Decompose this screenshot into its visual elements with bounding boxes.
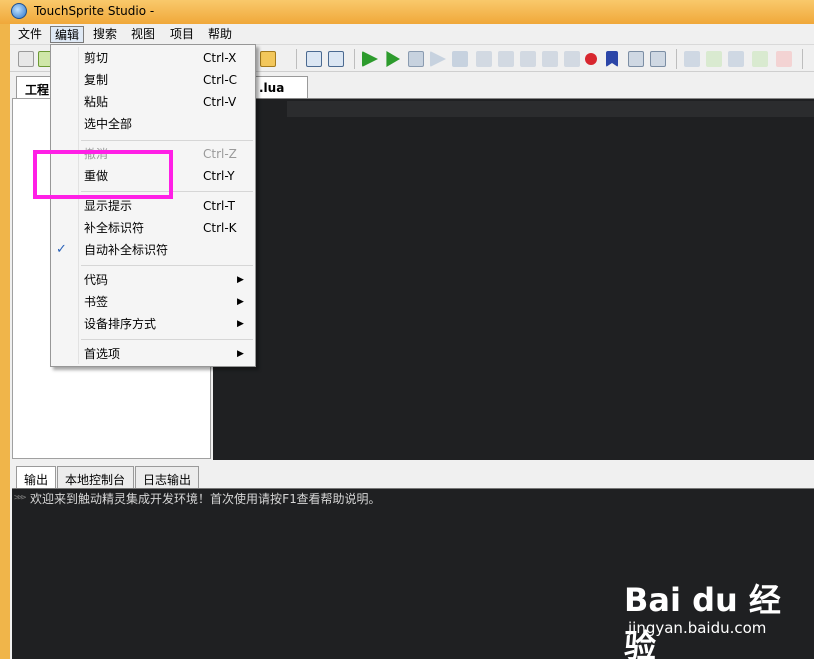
- new-file-icon[interactable]: [18, 51, 34, 67]
- menu-edit[interactable]: 编辑: [50, 26, 85, 43]
- find-replace-icon[interactable]: [328, 51, 344, 67]
- menu-item-preferences[interactable]: 首选项 ▶: [53, 343, 253, 365]
- tab-lua-file[interactable]: .lua: [253, 76, 308, 98]
- menu-separator: [81, 265, 253, 266]
- checkmark-icon: ✓: [56, 242, 67, 257]
- find-icon[interactable]: [306, 51, 322, 67]
- step-out-icon[interactable]: [520, 51, 536, 67]
- menu-item-select-all[interactable]: 选中全部: [53, 113, 253, 135]
- edit-menu-dropdown: 剪切 Ctrl-X 复制 Ctrl-C 粘贴 Ctrl-V 选中全部 撤消 Ct…: [50, 44, 256, 367]
- current-line-highlight: [287, 101, 814, 117]
- toolbar-separator: [802, 49, 803, 69]
- tab-output[interactable]: 输出: [16, 466, 56, 488]
- menu-separator: [81, 140, 253, 141]
- menu-item-code[interactable]: 代码 ▶: [53, 269, 253, 291]
- output-prompt: >>>: [14, 493, 26, 503]
- menu-file[interactable]: 文件: [14, 26, 46, 43]
- menu-item-cut[interactable]: 剪切 Ctrl-X: [53, 47, 253, 69]
- breakpoint-icon[interactable]: [585, 53, 597, 65]
- device-icon[interactable]: [628, 51, 644, 67]
- export-icon[interactable]: [706, 51, 722, 67]
- submenu-arrow-icon: ▶: [237, 319, 244, 329]
- tab-log-output[interactable]: 日志输出: [135, 466, 199, 488]
- watermark-url: jingyan.baidu.com: [628, 619, 767, 637]
- menu-item-copy[interactable]: 复制 Ctrl-C: [53, 69, 253, 91]
- toolbar-separator: [296, 49, 297, 69]
- menu-project[interactable]: 项目: [166, 26, 198, 43]
- watermark-logo: Bai du 经验: [624, 581, 781, 659]
- app-icon: [11, 3, 27, 19]
- run-icon[interactable]: [386, 51, 400, 67]
- close-window-icon[interactable]: [776, 51, 792, 67]
- annotation-highlight-box: [33, 150, 173, 199]
- menu-item-paste[interactable]: 粘贴 Ctrl-V: [53, 91, 253, 113]
- toolbar-separator: [354, 49, 355, 69]
- code-editor[interactable]: [213, 98, 814, 460]
- submenu-arrow-icon: ▶: [237, 297, 244, 307]
- step-over-icon[interactable]: [476, 51, 492, 67]
- step-icon[interactable]: [430, 51, 446, 67]
- stop-icon[interactable]: [408, 51, 424, 67]
- menu-view[interactable]: 视图: [127, 26, 159, 43]
- run-to-cursor-icon[interactable]: [542, 51, 558, 67]
- menu-separator: [81, 339, 253, 340]
- screenshot-icon[interactable]: [650, 51, 666, 67]
- menu-item-complete-identifier[interactable]: 补全标识符 Ctrl-K: [53, 217, 253, 239]
- pause-icon[interactable]: [452, 51, 468, 67]
- window-title: TouchSprite Studio -: [34, 4, 155, 18]
- menu-item-bookmarks[interactable]: 书签 ▶: [53, 291, 253, 313]
- open-folder-icon[interactable]: [260, 51, 276, 67]
- submenu-arrow-icon: ▶: [237, 275, 244, 285]
- step-into-icon[interactable]: [498, 51, 514, 67]
- editor-panel: .lua: [213, 72, 814, 460]
- output-message: 欢迎来到触动精灵集成开发环境！首次使用请按F1查看帮助说明。: [30, 492, 381, 506]
- upload-icon[interactable]: [684, 51, 700, 67]
- menu-help[interactable]: 帮助: [204, 26, 236, 43]
- watermark: Bai du 经验 jingyan.baidu.com: [624, 575, 804, 659]
- window-icon[interactable]: [728, 51, 744, 67]
- title-bar: TouchSprite Studio -: [0, 0, 814, 24]
- run-all-icon[interactable]: [362, 51, 378, 67]
- menu-bar: 文件 编辑 搜索 视图 项目 帮助: [0, 24, 814, 44]
- layout-icon[interactable]: [752, 51, 768, 67]
- menu-item-device-sort[interactable]: 设备排序方式 ▶: [53, 313, 253, 335]
- menu-search[interactable]: 搜索: [89, 26, 121, 43]
- toolbar-separator: [676, 49, 677, 69]
- menu-item-auto-complete[interactable]: ✓ 自动补全标识符: [53, 239, 253, 261]
- tab-local-console[interactable]: 本地控制台: [57, 466, 134, 488]
- submenu-arrow-icon: ▶: [237, 349, 244, 359]
- return-icon[interactable]: [564, 51, 580, 67]
- bookmark-icon[interactable]: [606, 51, 618, 67]
